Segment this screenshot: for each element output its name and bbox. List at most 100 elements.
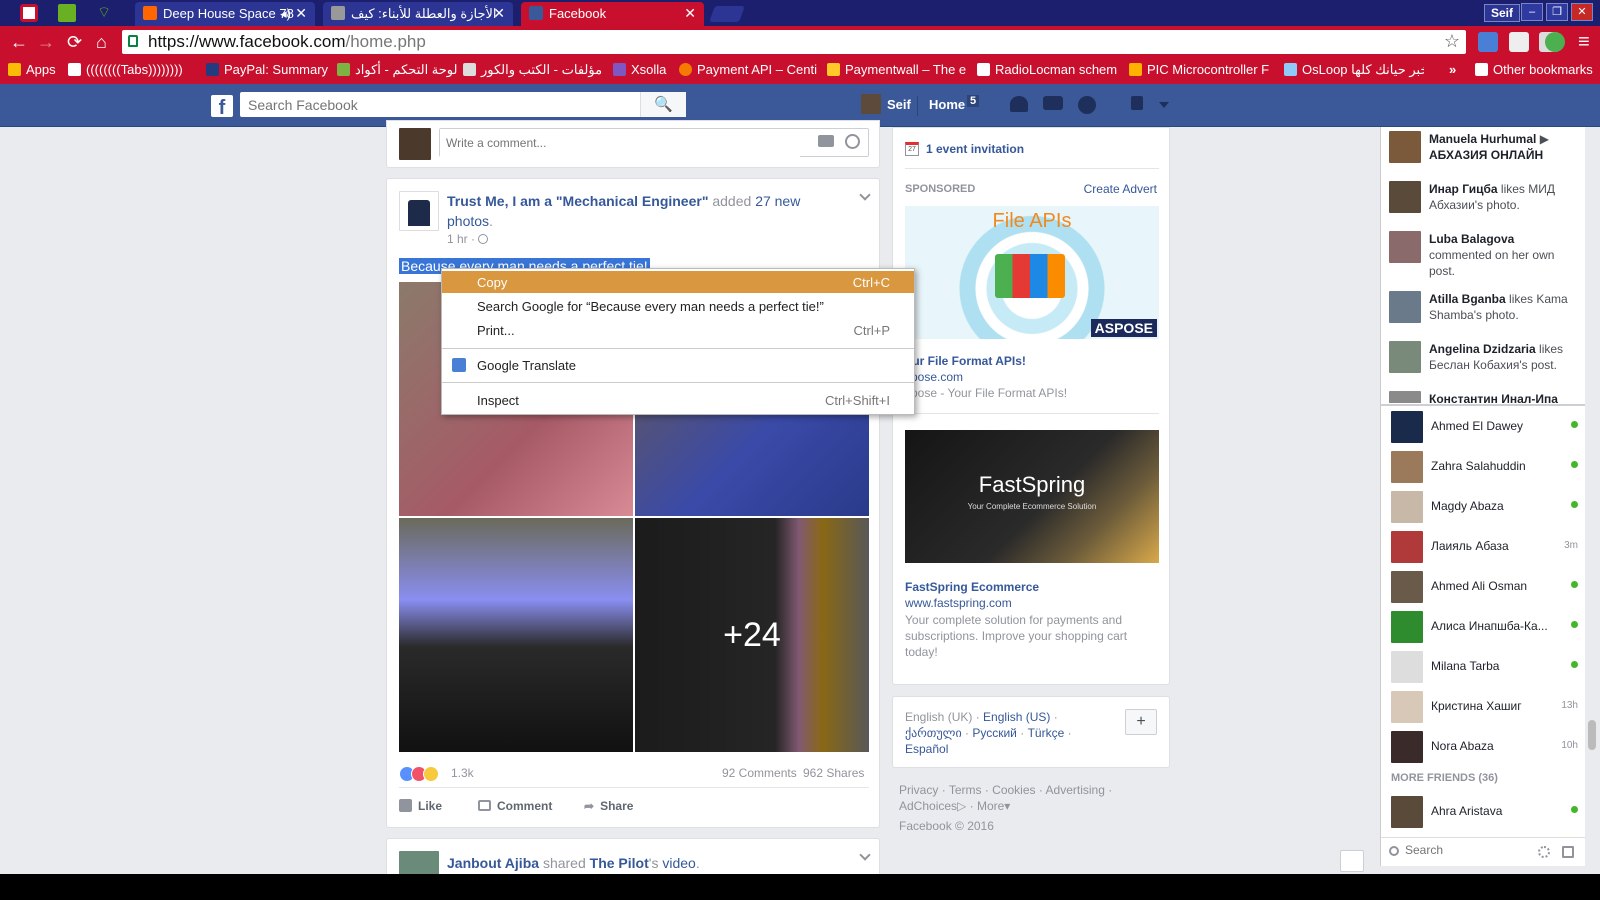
search-button[interactable]: 🔍 (640, 92, 686, 117)
tab-deep-house-space[interactable]: Deep House Space 78 ◂) ✕ (135, 2, 315, 26)
emoji-icon[interactable] (845, 134, 860, 149)
pinned-tab-rt[interactable] (58, 4, 76, 22)
photo-3[interactable] (399, 518, 633, 752)
close-tab-icon[interactable]: ✕ (493, 5, 505, 22)
chat-search-input[interactable] (1405, 843, 1525, 857)
bookmark-pic-microcontroller[interactable]: PIC Microcontroller F (1129, 62, 1269, 77)
more-photos-overlay[interactable]: +24 (635, 518, 869, 752)
new-tab-button[interactable] (709, 6, 745, 22)
search-input[interactable] (240, 92, 640, 117)
privacy-link[interactable]: Privacy (899, 783, 938, 797)
bookmark-star-icon[interactable]: ☆ (1444, 31, 1460, 52)
post-options-chevron-down-icon[interactable] (859, 849, 871, 861)
bookmark-radiolocman[interactable]: RadioLocman schem (977, 62, 1117, 77)
language-turkish[interactable]: Türkçe (1028, 726, 1065, 740)
comments-count[interactable]: 92 Comments (722, 766, 797, 780)
messages-icon[interactable] (1043, 96, 1063, 110)
ticker-item[interactable]: Angelina Dzidzaria likes Беслан Кобахия'… (1381, 341, 1586, 390)
language-russian[interactable]: Русский (972, 726, 1017, 740)
account-menu-chevron-down-icon[interactable] (1159, 102, 1169, 108)
reload-button[interactable]: ⟳ (67, 32, 82, 52)
bookmark-books[interactable]: مؤلفات - الكتب والكور (463, 62, 602, 78)
create-advert-link[interactable]: Create Advert (1084, 182, 1157, 196)
friend-requests-icon[interactable] (1010, 96, 1028, 112)
ticker-item[interactable]: Константин Инал-Ипа (1381, 391, 1586, 403)
terms-link[interactable]: Terms (949, 783, 982, 797)
bookmark-other-bookmarks[interactable]: Other bookmarks (1475, 62, 1593, 77)
post-time[interactable]: 1 hr (447, 232, 468, 246)
bookmark-osloop[interactable]: OsLoop خبر حيانك كلها (1284, 62, 1424, 78)
shares-count[interactable]: 962 Shares (803, 766, 864, 780)
chat-friend[interactable]: Алиса Инапшба-Ка... (1381, 607, 1586, 647)
reactions-icons[interactable] (399, 766, 447, 782)
menu-item-inspect[interactable]: Inspect Ctrl+Shift+I (442, 389, 914, 411)
forward-button[interactable]: → (37, 32, 55, 52)
comment-button[interactable]: Comment (478, 799, 552, 813)
notifications-globe-icon[interactable] (1078, 96, 1096, 114)
ad-fastspring-image[interactable]: FastSpring Your Complete Ecommerce Solut… (905, 430, 1159, 563)
adchoices-link[interactable]: AdChoices▷ (899, 799, 966, 813)
translate-extension-icon[interactable] (1478, 32, 1498, 52)
menu-item-copy[interactable]: Copy Ctrl+C (442, 271, 914, 293)
share-button[interactable]: ➦ Share (584, 799, 633, 813)
photo-4[interactable]: +24 (635, 518, 869, 752)
bookmark-paypal[interactable]: PayPal: Summary (206, 62, 328, 77)
address-bar[interactable]: https://www.facebook.com/home.php ☆ (122, 30, 1466, 54)
chat-scrollbar[interactable] (1585, 127, 1600, 874)
bookmark-apps[interactable]: Apps (8, 62, 56, 77)
cookies-link[interactable]: Cookies (992, 783, 1035, 797)
menu-item-search-google[interactable]: Search Google for “Because every man nee… (442, 295, 914, 317)
chat-friend[interactable]: Кристина Хашиг 13h (1381, 687, 1586, 727)
bookmark-xsolla[interactable]: Xsolla (613, 62, 666, 77)
tab-facebook[interactable]: Facebook ✕ (521, 2, 704, 26)
close-tab-icon[interactable]: ✕ (684, 5, 696, 22)
minimize-button[interactable]: – (1521, 3, 1543, 21)
event-invitation-link[interactable]: 1 event invitation (926, 142, 1024, 156)
camera-icon[interactable] (818, 135, 834, 147)
user-profile-button[interactable]: Seif (1484, 4, 1521, 22)
bookmark-paymentwall[interactable]: Paymentwall – The e (827, 62, 966, 77)
like-button[interactable]: Like (399, 799, 442, 813)
menu-item-google-translate[interactable]: Google Translate (442, 354, 914, 376)
ticker-item[interactable]: Atilla Bganba likes Kama Shamba's photo. (1381, 291, 1586, 340)
audience-public-icon[interactable] (478, 234, 489, 244)
reactions-count[interactable]: 1.3k (451, 766, 474, 780)
chat-friend[interactable]: Ahmed Ali Osman (1381, 567, 1586, 607)
menu-icon[interactable]: ≡ (1578, 32, 1590, 52)
extension-icon[interactable] (1509, 32, 1529, 52)
shared-page-link[interactable]: The Pilot (590, 855, 649, 871)
language-spanish[interactable]: Español (905, 742, 948, 756)
tab-arabic-article[interactable]: الأجازة والعطلة للأبناء: كيف ✕ (323, 2, 513, 26)
chat-settings-gear-icon[interactable] (1538, 846, 1550, 858)
chat-friend[interactable]: Nora Abaza 10h (1381, 727, 1586, 767)
chat-friend[interactable]: Лаияль Абаза 3m (1381, 527, 1586, 567)
home-link[interactable]: Home (929, 97, 965, 112)
new-message-compose-icon[interactable] (1562, 846, 1574, 858)
ad-aspose-title[interactable]: our File Format APIs! (905, 354, 1026, 368)
ad-fastspring-site[interactable]: www.fastspring.com (905, 596, 1012, 610)
maximize-button[interactable]: ❐ (1546, 3, 1568, 21)
more-link[interactable]: More▾ (977, 799, 1010, 813)
home-button[interactable]: ⌂ (96, 32, 107, 52)
ticker-item[interactable]: Luba Balagova commented on her own post. (1381, 231, 1586, 280)
ad-aspose-image[interactable]: File APIs ASPOSE (905, 206, 1159, 339)
add-language-button[interactable]: + (1125, 709, 1157, 735)
comment-box[interactable] (439, 128, 869, 157)
chat-friend[interactable]: Ahmed El Dawey (1381, 407, 1586, 447)
shared-object-link[interactable]: video (662, 855, 695, 871)
bookmark-tabs-folder[interactable]: ((((((((Tabs)))))))) (68, 62, 183, 77)
back-button[interactable]: ← (10, 32, 28, 52)
page-name-link[interactable]: Trust Me, I am a "Mechanical Engineer" (447, 193, 708, 209)
close-tab-icon[interactable]: ✕ (295, 5, 307, 22)
bookmark-control-panel[interactable]: لوحة التحكم - أكواد (337, 62, 457, 78)
facebook-logo[interactable]: f (211, 95, 233, 119)
privacy-shortcuts-icon[interactable] (1131, 96, 1143, 110)
chat-friend[interactable]: Ahra Aristava (1381, 792, 1586, 832)
post-options-chevron-down-icon[interactable] (859, 189, 871, 201)
chat-friend[interactable]: Magdy Abaza (1381, 487, 1586, 527)
author-link[interactable]: Janbout Ajiba (447, 855, 539, 871)
profile-link[interactable]: Seif (887, 97, 911, 112)
page-avatar[interactable] (399, 191, 439, 231)
chat-friend[interactable]: Zahra Salahuddin (1381, 447, 1586, 487)
menu-item-print[interactable]: Print... Ctrl+P (442, 319, 914, 341)
